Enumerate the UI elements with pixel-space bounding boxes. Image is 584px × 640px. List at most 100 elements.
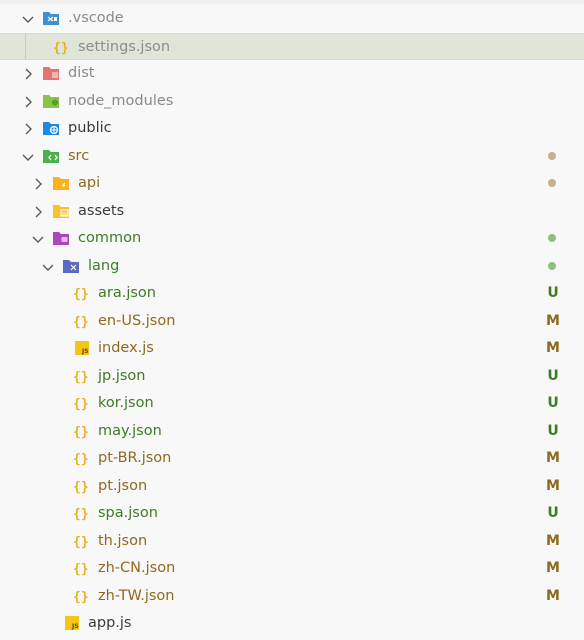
chevron-right-icon[interactable] — [20, 66, 36, 82]
svg-text:{}: {} — [73, 315, 89, 329]
tree-item-jp-json[interactable]: {} jp.json U — [0, 363, 584, 390]
git-status-badge: M — [546, 340, 560, 356]
json-braces-icon: {} — [72, 368, 90, 384]
api-folder-icon — [52, 175, 70, 191]
assets-folder-icon — [52, 203, 70, 219]
tree-item-lang[interactable]: lang — [0, 253, 584, 280]
tree-item-label: pt-BR.json — [98, 450, 172, 466]
tree-item-label: settings.json — [78, 39, 171, 55]
tree-item-label: zh-CN.json — [98, 560, 176, 576]
json-braces-icon: {} — [72, 313, 90, 329]
tree-item-spa-json[interactable]: {} spa.json U — [0, 500, 584, 527]
tree-item-label: dist — [68, 65, 95, 81]
json-braces-icon: {} — [72, 588, 90, 604]
top-strip — [0, 0, 584, 4]
tree-item-label: common — [78, 230, 142, 246]
git-status-badge: U — [547, 423, 559, 439]
tree-item-dist[interactable]: dist — [0, 60, 584, 87]
git-status-badge: M — [546, 450, 560, 466]
tree-item-label: pt.json — [98, 478, 148, 494]
git-status-badge: M — [546, 313, 560, 329]
tree-item-zh-cn-json[interactable]: {} zh-CN.json M — [0, 555, 584, 582]
tree-item-en-us-json[interactable]: {} en-US.json M — [0, 308, 584, 335]
tree-item-common[interactable]: common — [0, 225, 584, 252]
tree-item-src[interactable]: src — [0, 143, 584, 170]
svg-text:{}: {} — [53, 41, 69, 55]
node-folder-icon — [42, 93, 60, 109]
svg-text:{}: {} — [73, 535, 89, 549]
tree-item-pt-json[interactable]: {} pt.json M — [0, 473, 584, 500]
tree-item-node-modules[interactable]: node_modules — [0, 88, 584, 115]
chevron-right-icon[interactable] — [20, 121, 36, 137]
modified-dot — [548, 179, 556, 187]
tree-item-label: ara.json — [98, 285, 156, 301]
svg-text:JS: JS — [81, 348, 89, 355]
tree-item-label: index.js — [98, 340, 154, 356]
dist-folder-icon — [42, 65, 60, 81]
json-braces-icon: {} — [72, 533, 90, 549]
svg-text:JS: JS — [71, 623, 79, 630]
tree-item-label: app.js — [88, 615, 132, 631]
js-file-icon: JS — [74, 340, 92, 356]
tree-item-label: th.json — [98, 533, 148, 549]
json-braces-icon: {} — [72, 560, 90, 576]
tree-item-kor-json[interactable]: {} kor.json U — [0, 390, 584, 417]
indent-guide — [25, 34, 26, 59]
json-braces-icon: {} — [72, 285, 90, 301]
tree-item-label: src — [68, 148, 90, 164]
file-explorer: .vscode {} settings.json dist node_modul… — [0, 0, 584, 640]
js-file-icon: JS — [64, 615, 82, 631]
chevron-right-icon[interactable] — [30, 176, 46, 192]
tree-item-vscode[interactable]: .vscode — [0, 5, 584, 32]
tree-item-label: zh-TW.json — [98, 588, 175, 604]
svg-text:{}: {} — [73, 370, 89, 384]
git-status-badge: M — [546, 533, 560, 549]
chevron-down-icon[interactable] — [30, 231, 46, 247]
tree-item-api[interactable]: api — [0, 170, 584, 197]
tree-item-zh-tw-json[interactable]: {} zh-TW.json M — [0, 583, 584, 610]
tree-item-label: .vscode — [68, 10, 124, 26]
json-braces-icon: {} — [72, 505, 90, 521]
untracked-dot — [548, 262, 556, 270]
svg-text:{}: {} — [73, 562, 89, 576]
svg-text:{}: {} — [73, 287, 89, 301]
json-braces-icon: {} — [72, 395, 90, 411]
common-folder-icon — [52, 230, 70, 246]
tree-item-may-json[interactable]: {} may.json U — [0, 418, 584, 445]
svg-text:{}: {} — [73, 397, 89, 411]
tree-item-th-json[interactable]: {} th.json M — [0, 528, 584, 555]
chevron-right-icon[interactable] — [20, 94, 36, 110]
svg-text:{}: {} — [73, 480, 89, 494]
tree-item-assets[interactable]: assets — [0, 198, 584, 225]
tree-item-label: jp.json — [98, 368, 146, 384]
chevron-down-icon[interactable] — [40, 259, 56, 275]
untracked-dot — [548, 234, 556, 242]
json-braces-icon: {} — [72, 478, 90, 494]
tree-item-app-js[interactable]: JS app.js — [0, 610, 584, 637]
json-braces-icon: {} — [52, 39, 70, 55]
svg-text:{}: {} — [73, 590, 89, 604]
tree-item-label: may.json — [98, 423, 162, 439]
tree-item-label: kor.json — [98, 395, 154, 411]
svg-text:{}: {} — [73, 452, 89, 466]
git-status-badge: M — [546, 478, 560, 494]
chevron-right-icon[interactable] — [30, 204, 46, 220]
tree-item-label: lang — [88, 258, 120, 274]
tree-item-settings-json[interactable]: {} settings.json — [0, 33, 584, 60]
chevron-down-icon[interactable] — [20, 149, 36, 165]
chevron-down-icon[interactable] — [20, 11, 36, 27]
tree-item-public[interactable]: public — [0, 115, 584, 142]
tree-item-ara-json[interactable]: {} ara.json U — [0, 280, 584, 307]
svg-text:{}: {} — [73, 507, 89, 521]
lang-folder-icon — [62, 258, 80, 274]
git-status-badge: U — [547, 395, 559, 411]
json-braces-icon: {} — [72, 423, 90, 439]
tree-item-pt-br-json[interactable]: {} pt-BR.json M — [0, 445, 584, 472]
tree-item-label: spa.json — [98, 505, 158, 521]
modified-dot — [548, 152, 556, 160]
tree-item-label: en-US.json — [98, 313, 176, 329]
git-status-badge: U — [547, 368, 559, 384]
tree-item-index-js[interactable]: JS index.js M — [0, 335, 584, 362]
svg-text:{}: {} — [73, 425, 89, 439]
tree-item-label: node_modules — [68, 93, 174, 109]
